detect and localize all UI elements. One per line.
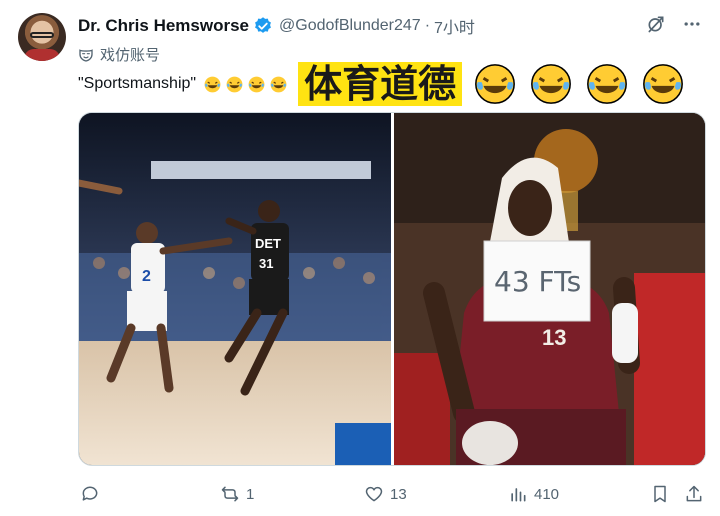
tears-of-joy-emoji — [475, 64, 516, 104]
jersey-number-left: 2 — [142, 268, 151, 285]
top-right-icons — [646, 14, 702, 34]
tears-of-joy-emoji — [226, 76, 243, 92]
retweet-button[interactable]: 1 — [220, 484, 254, 504]
bookmark-icon — [654, 485, 666, 503]
avatar[interactable] — [18, 13, 66, 61]
chair-right — [634, 273, 705, 465]
tears-of-joy-emoji — [587, 64, 628, 104]
tweet-text: "Sportsmanship" 体育道德 — [78, 60, 686, 108]
views-count: 410 — [534, 485, 560, 503]
highlight-text: 体育道德 — [298, 62, 463, 106]
bookmark-button[interactable] — [650, 484, 670, 504]
tears-of-joy-emoji — [204, 76, 221, 92]
tweet-header: Dr. Chris Hemsworse @GodofBlunder247 · 7… — [78, 14, 475, 38]
timestamp[interactable]: 7小时 — [434, 14, 475, 38]
jersey-team-text: DET — [255, 236, 281, 251]
more-icon[interactable] — [682, 14, 702, 34]
grok-icon[interactable] — [646, 14, 666, 34]
small-emoji-row — [200, 75, 288, 94]
media-image-basketball-game[interactable]: 2 DET 31 — [79, 113, 391, 465]
share-button[interactable] — [684, 484, 704, 504]
retweet-icon — [221, 486, 239, 502]
verified-badge-icon — [255, 17, 271, 33]
reply-icon — [82, 486, 98, 501]
knee-wrap — [462, 421, 518, 465]
like-button[interactable]: 13 — [364, 484, 407, 504]
tears-of-joy-emoji — [248, 76, 265, 92]
player-holding-sign-scene: 13 43 FTs — [394, 113, 705, 465]
court-paint — [335, 423, 391, 465]
player-face — [508, 180, 552, 236]
arena-banner — [151, 161, 371, 179]
chair-left — [394, 353, 450, 465]
views-button[interactable]: 410 — [508, 484, 559, 504]
tears-of-joy-emoji — [270, 76, 287, 92]
retweet-count: 1 — [246, 485, 255, 503]
avatar-shirt — [24, 49, 60, 61]
tears-of-joy-emoji — [531, 64, 572, 104]
jersey-number: 13 — [542, 325, 566, 350]
handle[interactable]: @GodofBlunder247 — [279, 17, 421, 35]
basketball-game-scene: 2 DET 31 — [79, 113, 391, 465]
reply-button[interactable] — [80, 484, 106, 504]
sign-text: 43 FTs — [494, 265, 581, 298]
arm-sleeve — [612, 303, 638, 363]
jersey-number-right: 31 — [259, 256, 273, 271]
tweet-quote-text: "Sportsmanship" — [78, 75, 197, 92]
avatar-glasses — [30, 32, 54, 38]
like-count: 13 — [390, 485, 407, 503]
separator-dot: · — [424, 17, 431, 34]
tears-of-joy-emoji — [643, 64, 684, 104]
like-icon — [365, 486, 383, 502]
share-icon — [686, 485, 702, 502]
display-name[interactable]: Dr. Chris Hemsworse — [78, 16, 249, 36]
media-image-player-with-sign[interactable]: 13 43 FTs — [394, 113, 705, 465]
views-icon — [511, 488, 526, 502]
tweet-media[interactable]: 2 DET 31 13 43 FTs — [78, 112, 706, 466]
action-bar: 1 13 410 — [78, 480, 706, 508]
